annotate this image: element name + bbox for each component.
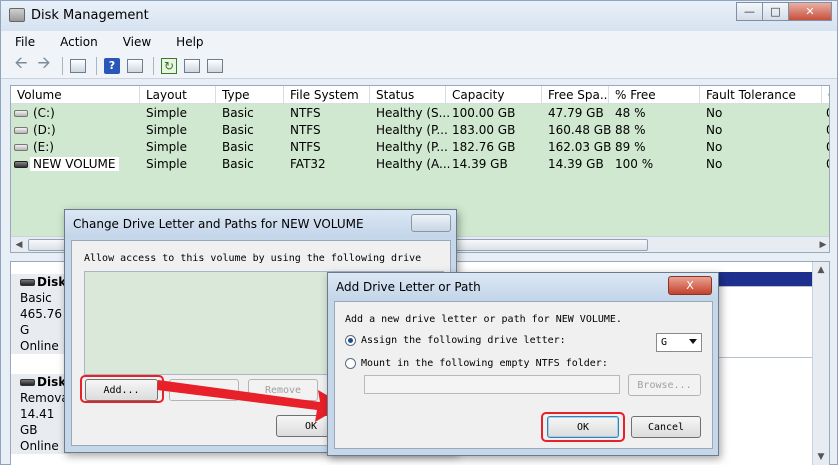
ok-button[interactable]: OK: [547, 416, 619, 438]
cancel-button[interactable]: Cancel: [631, 416, 701, 438]
assign-letter-radio[interactable]: [345, 335, 356, 346]
mount-folder-radio[interactable]: [345, 358, 356, 369]
dialog-body: Add a new drive letter or path for NEW V…: [334, 301, 713, 449]
dialog-description: Add a new drive letter or path for NEW V…: [345, 314, 622, 325]
mount-folder-path-field[interactable]: [364, 375, 620, 394]
dialog-title: Add Drive Letter or Path: [328, 273, 718, 301]
drive-letter-value: G: [661, 337, 668, 348]
red-arrow-icon: [157, 380, 344, 422]
assign-letter-label[interactable]: Assign the following drive letter:: [361, 335, 566, 346]
mount-folder-label[interactable]: Mount in the following empty NTFS folder…: [361, 358, 608, 369]
chevron-down-icon: [689, 339, 697, 344]
drive-letter-select[interactable]: G: [656, 333, 702, 352]
dialog-close-button[interactable]: X: [668, 276, 712, 295]
add-drive-letter-dialog: Add Drive Letter or Path X Add a new dri…: [327, 272, 719, 456]
browse-button[interactable]: Browse...: [628, 374, 701, 396]
